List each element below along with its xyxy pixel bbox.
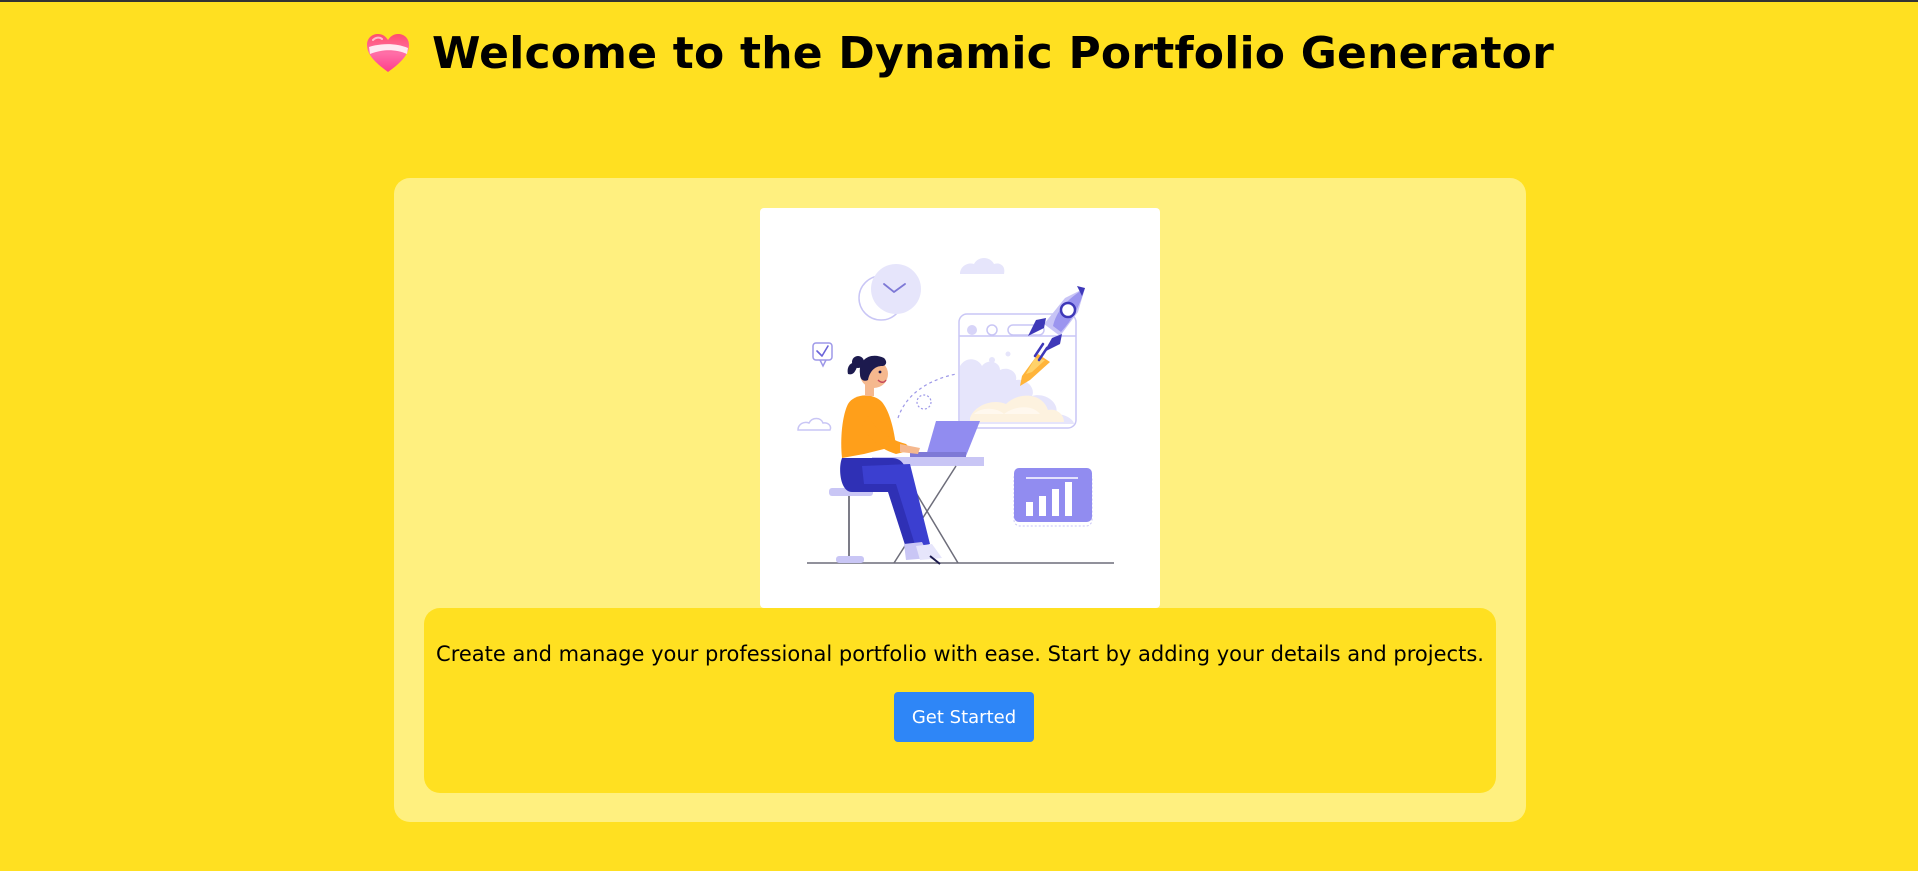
- heart-icon: [366, 34, 409, 72]
- intro-description: Create and manage your professional port…: [436, 642, 1484, 666]
- get-started-button[interactable]: Get Started: [894, 692, 1034, 742]
- page-title: Welcome to the Dynamic Portfolio Generat…: [431, 28, 1555, 79]
- welcome-card: Create and manage your professional port…: [394, 178, 1526, 822]
- intro-panel: Create and manage your professional port…: [424, 608, 1496, 793]
- page-header: Welcome to the Dynamic Portfolio Generat…: [0, 30, 1918, 78]
- hero-illustration: [760, 208, 1160, 608]
